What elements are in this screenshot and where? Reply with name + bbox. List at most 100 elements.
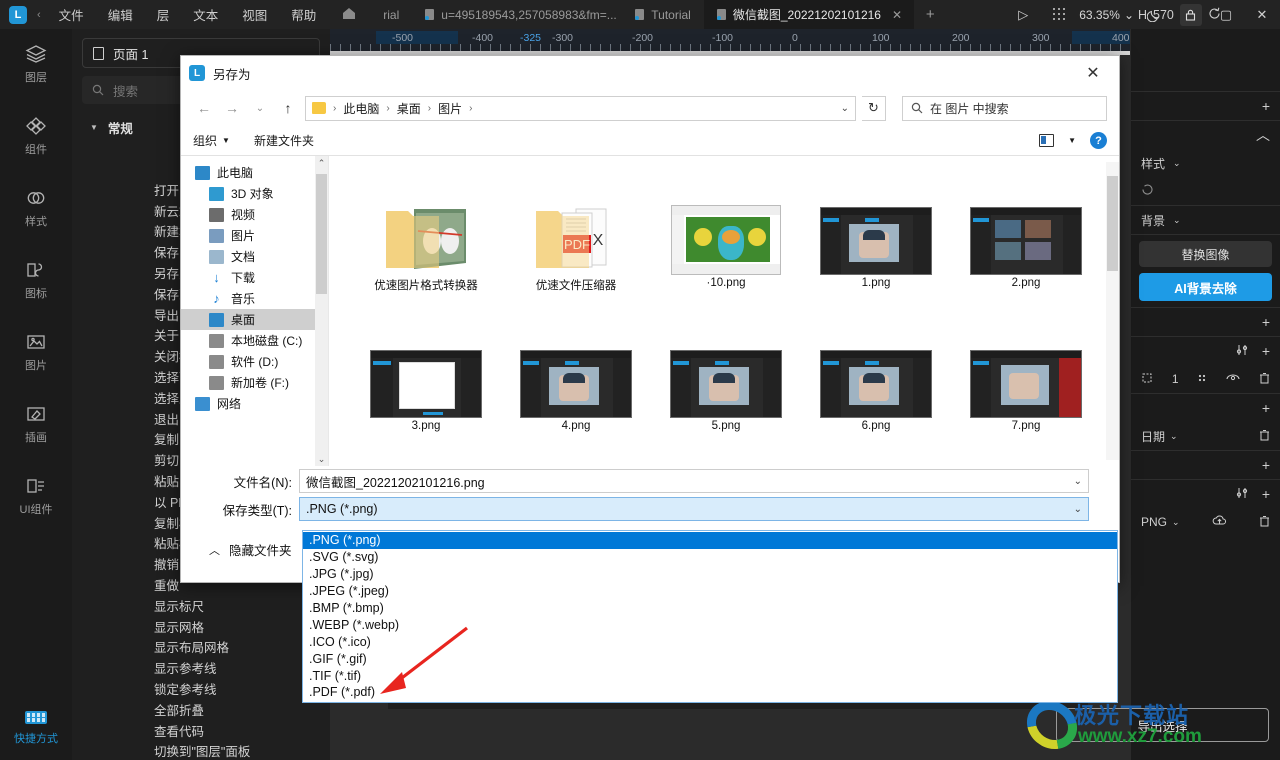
plus-icon[interactable]: + bbox=[1262, 314, 1270, 330]
menu-item-view[interactable]: 视图 bbox=[242, 5, 267, 24]
rail-item-illustration[interactable]: 插画 bbox=[0, 389, 72, 461]
organize-button[interactable]: 组织 ▼ bbox=[193, 132, 230, 149]
tree-node-pc[interactable]: 此电脑 bbox=[181, 162, 328, 183]
chevron-down-icon[interactable]: ⌄ bbox=[1074, 476, 1082, 487]
collapse-section-row[interactable]: ︿ bbox=[1131, 121, 1280, 149]
add-effect-row[interactable]: + bbox=[1131, 308, 1280, 336]
tab-wechat-screenshot[interactable]: 微信截图_20221202101216 ✕ bbox=[703, 0, 914, 29]
filetype-option[interactable]: .PNG (*.png) bbox=[303, 532, 1117, 549]
rail-item-styles[interactable]: 样式 bbox=[0, 173, 72, 245]
filename-input[interactable]: 微信截图_20221202101216.png ⌄ bbox=[299, 469, 1089, 493]
nav-up-button[interactable]: ↑ bbox=[277, 97, 299, 119]
tree-node-downloads[interactable]: ↓ 下载 bbox=[181, 267, 328, 288]
sort-row[interactable]: 日期 ⌄ bbox=[1131, 422, 1280, 450]
chevron-down-icon[interactable]: ⌄ bbox=[1172, 517, 1180, 528]
filetype-option[interactable]: .BMP (*.bmp) bbox=[303, 600, 1117, 617]
fill-row[interactable]: 背景 ⌄ bbox=[1131, 206, 1280, 234]
file-item[interactable]: 3.png bbox=[351, 313, 501, 450]
export-selection-button[interactable]: 导出选择 bbox=[1056, 708, 1269, 742]
height-value[interactable]: 570 bbox=[1153, 8, 1174, 22]
dialog-search-input[interactable]: 在 图片 中搜索 bbox=[902, 95, 1107, 121]
file-item[interactable]: 5.png bbox=[651, 313, 801, 450]
chevron-up-icon[interactable]: ︿ bbox=[1256, 125, 1270, 145]
chevron-down-icon[interactable]: ⌄ bbox=[1173, 215, 1181, 226]
plus-icon[interactable]: + bbox=[1262, 400, 1270, 416]
file-item[interactable]: 2.png bbox=[951, 170, 1101, 307]
file-list[interactable]: 优速图片格式转换器 PDF X 优速文件压缩器 ·10.png bbox=[329, 156, 1121, 466]
filetype-option[interactable]: .GIF (*.gif) bbox=[303, 650, 1117, 667]
filetype-select[interactable]: .PNG (*.png) ⌄ bbox=[299, 497, 1089, 521]
rotate-icon[interactable] bbox=[1208, 7, 1221, 23]
add-row-2[interactable]: + bbox=[1131, 394, 1280, 422]
new-tab-button[interactable]: + bbox=[926, 6, 935, 23]
tree-node-3d[interactable]: 3D 对象 bbox=[181, 183, 328, 204]
home-icon[interactable] bbox=[342, 7, 356, 23]
tree-node-network[interactable]: 网络 bbox=[181, 393, 328, 414]
view-mode-icon[interactable] bbox=[1039, 134, 1055, 147]
style-row[interactable]: 样式 ⌄ bbox=[1131, 149, 1280, 177]
file-item[interactable]: 4.png bbox=[501, 313, 651, 450]
file-item[interactable]: 优速图片格式转换器 bbox=[351, 170, 501, 307]
rail-item-components[interactable]: 组件 bbox=[0, 101, 72, 173]
filetype-option[interactable]: .TIF (*.tif) bbox=[303, 667, 1117, 684]
breadcrumb-item-desktop[interactable]: 桌面 bbox=[397, 100, 421, 117]
tree-scroll-thumb[interactable] bbox=[316, 174, 327, 294]
filetype-option[interactable]: .JPG (*.jpg) bbox=[303, 566, 1117, 583]
file-item[interactable]: PDF X 优速文件压缩器 bbox=[501, 170, 651, 307]
frame-icon[interactable] bbox=[1141, 372, 1153, 387]
address-dropdown-icon[interactable]: ⌄ bbox=[841, 103, 849, 114]
refresh-button[interactable]: ↻ bbox=[862, 95, 886, 121]
chevron-down-icon[interactable]: ▼ bbox=[1068, 136, 1076, 145]
reset-style-row[interactable] bbox=[1131, 177, 1280, 205]
file-item[interactable]: 1.png bbox=[801, 170, 951, 307]
breadcrumb-item-pc[interactable]: 此电脑 bbox=[343, 100, 379, 117]
menu-item-layer[interactable]: 层 bbox=[157, 5, 170, 24]
back-chevron-icon[interactable]: ‹ bbox=[37, 9, 41, 21]
save-as-dialog[interactable]: L 另存为 ✕ ← → ⌄ ↑ › 此电脑 › 桌面 › 图片 › ⌄ ↻ 在 … bbox=[180, 55, 1120, 583]
nav-history-button[interactable]: ⌄ bbox=[249, 97, 271, 119]
folder-tree[interactable]: 此电脑 3D 对象 视频 图片 文档 ↓ 下载 ♪ 音乐 桌面 本地磁盘 (C:) 软件 (D:) 新加… bbox=[181, 156, 329, 466]
menu-item-help[interactable]: 帮助 bbox=[291, 5, 316, 24]
scroll-down-icon[interactable]: ⌄ bbox=[315, 452, 328, 466]
delete-icon[interactable] bbox=[1259, 429, 1270, 444]
tree-node-music[interactable]: ♪ 音乐 bbox=[181, 288, 328, 309]
cloud-upload-icon[interactable] bbox=[1212, 515, 1227, 529]
rail-item-ui-components[interactable]: UI组件 bbox=[0, 461, 72, 533]
menu-item-text[interactable]: 文本 bbox=[193, 5, 218, 24]
layer-row[interactable]: 1 bbox=[1131, 365, 1280, 393]
tree-node-video[interactable]: 视频 bbox=[181, 204, 328, 225]
rail-item-layers[interactable]: 图层 bbox=[0, 29, 72, 101]
plus-icon[interactable]: + bbox=[1262, 98, 1270, 114]
lock-icon[interactable] bbox=[1179, 3, 1202, 26]
effects-header-row[interactable]: + bbox=[1131, 337, 1280, 365]
file-scroll-thumb[interactable] bbox=[1107, 176, 1118, 271]
drag-handle-icon[interactable] bbox=[1197, 372, 1207, 387]
tab-rial[interactable]: rial bbox=[370, 0, 412, 29]
file-item[interactable]: 7.png bbox=[951, 313, 1101, 450]
filetype-dropdown-list[interactable]: .PNG (*.png) .SVG (*.svg) .JPG (*.jpg) .JPE… bbox=[302, 530, 1118, 703]
help-icon[interactable]: ? bbox=[1090, 132, 1107, 149]
rail-shortcuts[interactable]: 快捷方式 bbox=[0, 711, 72, 746]
filetype-option[interactable]: .PDF (*.pdf) bbox=[303, 684, 1117, 701]
tab-close-icon[interactable]: ✕ bbox=[892, 8, 902, 22]
tab-url[interactable]: u=495189543,257058983&fm=... bbox=[412, 0, 622, 29]
nav-back-button[interactable]: ← bbox=[193, 97, 215, 119]
plus-icon[interactable]: + bbox=[1262, 486, 1270, 502]
tree-scrollbar[interactable]: ⌃ ⌄ bbox=[315, 156, 328, 466]
tree-node-drive[interactable]: 本地磁盘 (C:) bbox=[181, 330, 328, 351]
new-folder-button[interactable]: 新建文件夹 bbox=[254, 132, 314, 149]
grid-icon[interactable] bbox=[1041, 0, 1077, 29]
chevron-down-icon[interactable]: ⌄ bbox=[1170, 431, 1178, 442]
zoom-control[interactable]: 63.35% ⌄ bbox=[1077, 8, 1136, 22]
rail-item-icons[interactable]: 图标 bbox=[0, 245, 72, 317]
breadcrumb-item-pictures[interactable]: 图片 bbox=[438, 100, 462, 117]
filetype-option[interactable]: .SVG (*.svg) bbox=[303, 549, 1117, 566]
rotate-icon[interactable] bbox=[1141, 183, 1154, 199]
file-list-scrollbar[interactable] bbox=[1106, 162, 1119, 460]
tree-node-desktop[interactable]: 桌面 bbox=[181, 309, 328, 330]
tree-node-drive[interactable]: 新加卷 (F:) bbox=[181, 372, 328, 393]
filetype-option[interactable]: .JPEG (*.jpeg) bbox=[303, 583, 1117, 600]
tree-node-documents[interactable]: 文档 bbox=[181, 246, 328, 267]
address-bar[interactable]: › 此电脑 › 桌面 › 图片 › ⌄ bbox=[305, 95, 856, 121]
menu-item-file[interactable]: 文件 bbox=[59, 5, 84, 24]
